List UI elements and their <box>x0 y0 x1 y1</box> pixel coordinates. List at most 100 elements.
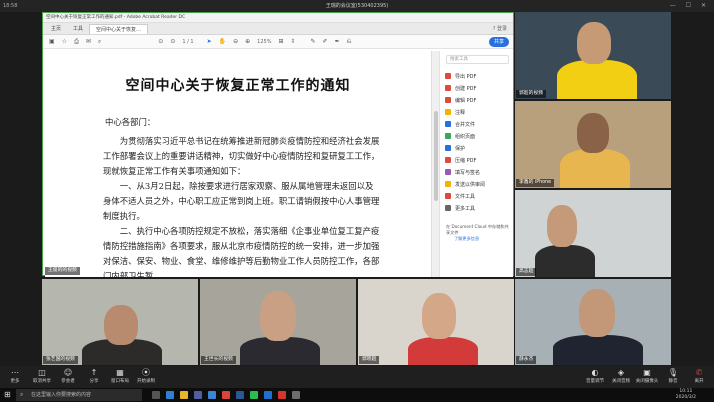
participant-name: 郭晓超 <box>359 356 380 364</box>
presenter-label: 王俊的的视频 <box>45 267 80 275</box>
stamp-icon[interactable]: ⎌ <box>347 38 352 46</box>
tool-export-pdf[interactable]: 导出 PDF <box>440 70 513 82</box>
doc-greeting: 中心各部门： <box>105 117 156 127</box>
save-icon[interactable]: ▣ <box>49 38 55 45</box>
zoom-level[interactable]: 125% <box>257 39 271 45</box>
tab-document[interactable]: 空间中心关于恢复... <box>89 24 148 34</box>
tool-label: 导出 PDF <box>455 73 477 80</box>
tool-icon <box>445 85 451 91</box>
sign-icon[interactable]: ✒ <box>335 38 340 45</box>
tool-icon <box>445 109 451 115</box>
select-icon[interactable]: ➤ <box>207 38 212 45</box>
explorer-icon[interactable] <box>292 391 300 399</box>
store-icon[interactable] <box>194 391 202 399</box>
page-indicator[interactable]: 1 / 1 <box>182 39 193 45</box>
tool-more[interactable]: 更多工具 <box>440 202 513 214</box>
tool-label: 编辑 PDF <box>455 97 477 104</box>
more-button[interactable]: ⋯ 更多 <box>0 368 30 384</box>
doc-paragraph: 二、执行中心各项防控规定不放松，落实落细《企事业单位复工复产疫情防控措施指南》各… <box>103 226 380 277</box>
tab-home[interactable]: 主页 <box>45 24 67 34</box>
tool-compress[interactable]: 压缩 PDF <box>440 154 513 166</box>
tool-comment[interactable]: 注释 <box>440 106 513 118</box>
tools-pane: 搜索工具 导出 PDF 创建 PDF 编辑 PDF 注释 合并文件 组织页面 保… <box>439 51 513 277</box>
participant-name: 张艺国的视频 <box>43 356 78 364</box>
task-view-icon[interactable] <box>152 391 160 399</box>
search-icon: ⌕ <box>20 391 24 398</box>
tool-icon <box>445 145 451 151</box>
print-icon[interactable]: ⎙ <box>74 38 79 46</box>
word-icon[interactable] <box>236 391 244 399</box>
highlight-icon[interactable]: ✐ <box>323 38 328 45</box>
video-tile[interactable]: 薛永杰 <box>515 279 671 365</box>
tool-icon <box>445 193 451 199</box>
learn-more-link[interactable]: 了解更多信息 <box>440 236 513 242</box>
page-up-icon[interactable]: ⊙ <box>158 38 163 45</box>
zoom-out-icon[interactable]: ⊖ <box>233 38 238 45</box>
participant-head <box>104 305 138 345</box>
search-icon[interactable]: ⌕ <box>98 38 101 46</box>
video-tile[interactable]: 郭晓超 <box>358 279 514 365</box>
reader-title-bar: 空间中心关于恢复正常工作的通知.pdf - Adobe Acrobat Read… <box>43 13 513 23</box>
video-tile[interactable]: 王世长的视频 <box>200 279 356 365</box>
help-login[interactable]: ? 登录 <box>493 24 513 34</box>
tool-combine[interactable]: 合并文件 <box>440 118 513 130</box>
mail-app-icon[interactable] <box>208 391 216 399</box>
tab-tools[interactable]: 工具 <box>67 24 89 34</box>
zoom-in-icon[interactable]: ⊕ <box>245 38 250 45</box>
video-tile[interactable]: 张艺国的视频 <box>42 279 198 365</box>
tool-label: 发送以供审阅 <box>455 181 486 188</box>
doc-paragraph: 为贯彻落实习近平总书记在统筹推进新冠肺炎疫情防控和经济社会发展工作部署会议上的重… <box>103 136 380 176</box>
participant-head <box>577 113 609 153</box>
title-bar: 18:58 王瑞的会议室(530402395) — ☐ ✕ <box>0 0 714 12</box>
tool-label: 更多工具 <box>455 205 476 212</box>
taskbar-search-input[interactable]: ⌕ 在这里输入你要搜索的内容 <box>16 389 142 401</box>
scroll-thumb[interactable] <box>434 111 438 201</box>
video-tile[interactable]: 高志超 <box>515 190 671 277</box>
search-placeholder: 在这里输入你要搜索的内容 <box>31 392 92 398</box>
tool-organize[interactable]: 组织页面 <box>440 130 513 142</box>
acrobat-icon[interactable] <box>278 391 286 399</box>
tool-icon <box>445 73 451 79</box>
tool-icon <box>445 205 451 211</box>
doc-title: 空间中心关于恢复正常工作的通知 <box>125 78 351 94</box>
tool-file-tools[interactable]: 文件工具 <box>440 190 513 202</box>
tool-protect[interactable]: 保护 <box>440 142 513 154</box>
chrome-icon[interactable] <box>222 391 230 399</box>
file-explorer-icon[interactable] <box>180 391 188 399</box>
edge-icon[interactable] <box>166 391 174 399</box>
tool-icon <box>445 97 451 103</box>
video-tile[interactable]: 郭超的视频 <box>515 12 671 99</box>
tool-label: 压缩 PDF <box>455 157 477 164</box>
participant-body <box>535 245 595 277</box>
record-icon: ⦿ <box>142 368 150 377</box>
window-controls[interactable]: — ☐ ✕ <box>670 0 710 12</box>
leave-button[interactable]: ✆ 离开 <box>684 368 714 384</box>
hand-icon[interactable]: ✋ <box>219 38 226 45</box>
windows-start-icon[interactable]: ⊞ <box>4 390 11 399</box>
tool-icon <box>445 181 451 187</box>
tool-edit-pdf[interactable]: 编辑 PDF <box>440 94 513 106</box>
fit-icon[interactable]: ⊞ <box>278 38 283 45</box>
share-button[interactable]: 共享 <box>489 36 509 47</box>
tool-send-review[interactable]: 发送以供审阅 <box>440 178 513 190</box>
participant-name: 郭超的视频 <box>516 90 546 98</box>
system-clock[interactable]: 10:11 2020/3/2 <box>676 389 696 401</box>
video-tile[interactable]: 李鑫的 iPhone <box>515 101 671 188</box>
meeting-app-icon[interactable] <box>264 391 272 399</box>
tools-search-input[interactable]: 搜索工具 <box>446 55 509 64</box>
wechat-icon[interactable] <box>250 391 258 399</box>
bookmark-icon[interactable]: ☆ <box>62 38 67 45</box>
clock-date: 2020/3/2 <box>675 395 696 400</box>
scroll-mode-icon[interactable]: ⇳ <box>290 38 295 45</box>
record-button[interactable]: ⦿ 开始录制 <box>131 368 161 384</box>
tool-label: 创建 PDF <box>455 85 477 92</box>
doc-scrollbar[interactable] <box>431 51 439 277</box>
tool-label: 保护 <box>455 145 466 152</box>
hang-up-icon: ✆ <box>695 368 703 377</box>
mail-icon[interactable]: ✉ <box>86 38 91 45</box>
tool-fill-sign[interactable]: 填写与签名 <box>440 166 513 178</box>
tool-create-pdf[interactable]: 创建 PDF <box>440 82 513 94</box>
participant-head <box>577 22 611 64</box>
page-down-icon[interactable]: ⊙ <box>170 38 175 45</box>
comment-icon[interactable]: ✎ <box>311 38 316 45</box>
